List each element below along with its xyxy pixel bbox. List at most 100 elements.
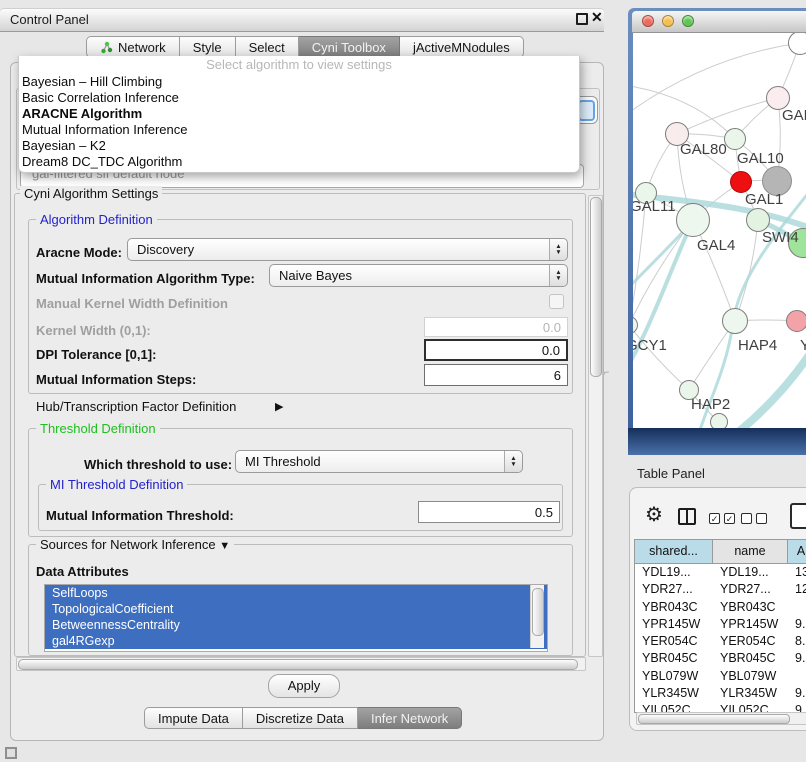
dpi-tolerance-input[interactable]: 0.0 [424,339,568,361]
algorithm-option[interactable]: Basic Correlation Inference [19,90,579,106]
table-cell [788,668,806,685]
table-cell: 9. [788,685,806,702]
which-threshold-combo[interactable]: MI Threshold ▲▼ [235,450,523,473]
tab-label: Impute Data [158,711,229,726]
table-row[interactable]: YBR043CYBR043C [635,599,806,616]
table-row[interactable]: YDL19...YDL19...13 [635,564,806,581]
network-window-bottom-frame [628,428,806,455]
float-window-icon[interactable] [576,13,588,25]
close-icon[interactable]: ✕ [591,10,603,24]
covered-combo-focus-ring [578,100,595,121]
attribute-item[interactable]: BetweennessCentrality [45,617,547,633]
tab-style[interactable]: Style [180,36,236,58]
expander-expanded-icon[interactable]: ▼ [219,540,230,552]
table-panel-title: Table Panel [637,466,705,481]
table-row[interactable]: YBL079WYBL079W [635,668,806,685]
network-node[interactable] [724,128,746,150]
close-traffic-light-icon[interactable] [642,15,654,27]
network-canvas[interactable]: GALGAL80GAL10GAL1GAL11SWI4GAL4GCY1HAP4YH… [633,33,806,428]
cyni-bottom-tabs: Impute Data Discretize DataInfer Network [144,707,462,729]
node-label: GAL [782,107,806,124]
network-node[interactable] [730,171,752,193]
expander-collapsed-icon[interactable]: ▶ [275,400,283,413]
tab-jactivemnodules[interactable]: jActiveMNodules [400,36,524,58]
algorithm-option[interactable]: Bayesian – K2 [19,138,579,154]
tab-label: Cyni Toolbox [312,40,386,55]
control-panel-tabs: Network StyleSelect Cyni Toolbox jActiveMNo… [86,36,524,58]
table-row[interactable]: YDR27...YDR27...12 [635,581,806,598]
manual-kernel-label: Manual Kernel Width Definition [36,296,228,311]
dpi-tolerance-label: DPI Tolerance [0,1]: [36,347,156,362]
table-cell [788,599,806,616]
tab-select[interactable]: Select [236,36,299,58]
mi-steps-input[interactable]: 6 [424,364,568,386]
algorithm-definition-title: Algorithm Definition [36,212,157,227]
attribute-item[interactable]: TopologicalCoefficient [45,601,547,617]
table-horizontal-scrollbar-thumb[interactable] [638,714,790,724]
algorithm-dropdown-placeholder: Select algorithm to view settings [19,56,579,74]
node-label: GAL11 [633,198,676,215]
minimize-traffic-light-icon[interactable] [662,15,674,27]
document-icon[interactable] [790,503,806,529]
algorithm-option[interactable]: ARACNE Algorithm [19,106,579,122]
mi-steps-label: Mutual Information Steps: [36,372,196,387]
table-cell: YBR043C [713,599,788,616]
aracne-mode-value: Discovery [137,242,194,257]
net-titlebar [632,11,806,33]
gear-icon[interactable]: ⚙ [645,504,663,526]
network-icon [100,41,113,54]
network-node[interactable] [676,203,710,237]
mi-threshold-group-title: MI Threshold Definition [46,477,187,492]
algorithm-option[interactable]: Bayesian – Hill Climbing [19,74,579,90]
panel-resize-grip[interactable]: ⌐ [604,368,611,377]
algorithm-option[interactable]: Dream8 DC_TDC Algorithm [19,154,579,170]
data-attributes-list[interactable]: SelfLoopsTopologicalCoefficientBetweenne… [44,584,548,652]
apply-button[interactable]: Apply [268,674,340,698]
combo-spinner-icon[interactable]: ▲▼ [549,239,567,260]
aracne-mode-combo[interactable]: Discovery ▲▼ [127,238,568,261]
table-cell: 9. [788,616,806,633]
node-label: HAP2 [691,396,730,413]
aracne-mode-label: Aracne Mode: [36,245,122,260]
table-row[interactable]: YLR345WYLR345W9. [635,685,806,702]
column-header[interactable]: name [713,540,788,563]
column-header[interactable]: A [788,540,806,563]
table-row[interactable]: YPR145WYPR145W9. [635,616,806,633]
settings-horizontal-scrollbar-thumb[interactable] [18,659,578,670]
column-header[interactable]: shared... [635,540,713,563]
combo-spinner-icon[interactable]: ▲▼ [549,265,567,286]
zoom-traffic-light-icon[interactable] [682,15,694,27]
table-cell: YLR345W [635,685,713,702]
settings-vertical-scrollbar-thumb[interactable] [590,197,602,377]
kernel-width-input[interactable]: 0.0 [424,317,568,337]
table-row[interactable]: YBR045CYBR045C9. [635,650,806,667]
select-all-checkboxes-icon[interactable]: ✓✓ [709,513,735,524]
network-node[interactable] [710,413,728,428]
table-cell: YPR145W [635,616,713,633]
tab-cyni-toolbox[interactable]: Cyni Toolbox [299,36,400,58]
manual-kernel-checkbox[interactable] [549,294,564,309]
table-row[interactable]: YER054CYER054C8. [635,633,806,650]
node-label: GAL4 [697,237,735,254]
tab-infer-network[interactable]: Infer Network [358,707,462,729]
mi-threshold-input[interactable]: 0.5 [418,501,560,523]
float-panel-icon[interactable] [5,747,17,759]
tab-label: Network [118,40,166,55]
combo-spinner-icon[interactable]: ▲▼ [504,451,522,472]
table-cell: YBR045C [713,650,788,667]
table-cell: YBR043C [635,599,713,616]
network-node[interactable] [786,310,806,332]
tab-impute-data[interactable]: Impute Data [144,707,243,729]
columns-icon[interactable] [678,508,696,525]
mi-type-combo[interactable]: Naive Bayes ▲▼ [269,264,568,287]
algorithm-option[interactable]: Mutual Information Inference [19,122,579,138]
deselect-all-checkboxes-icon[interactable] [741,513,767,524]
tab-discretize-data[interactable]: Discretize Data [243,707,358,729]
attribute-item[interactable]: gal4RGexp [45,633,547,649]
node-label: Y [800,337,806,354]
network-node[interactable] [722,308,748,334]
attribute-item[interactable]: SelfLoops [45,585,547,601]
attributes-scrollbar-thumb[interactable] [532,588,544,636]
tab-network[interactable]: Network [86,36,180,58]
table-cell: YLR345W [713,685,788,702]
